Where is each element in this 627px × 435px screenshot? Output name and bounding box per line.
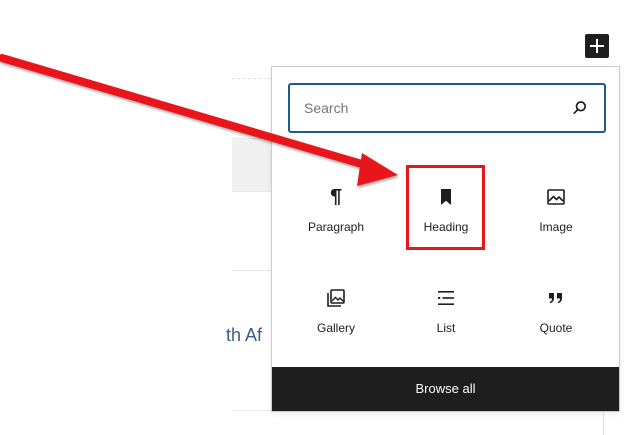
- add-block-button[interactable]: [585, 34, 609, 58]
- block-label: Image: [539, 220, 573, 234]
- block-label: Paragraph: [307, 220, 365, 234]
- search-input[interactable]: [304, 97, 554, 119]
- annotation-highlight-box: [406, 165, 485, 250]
- block-label: Quote: [539, 321, 573, 335]
- block-list[interactable]: List: [396, 276, 496, 366]
- background-block: [232, 138, 272, 192]
- image-icon: [547, 189, 565, 205]
- browse-all-button[interactable]: Browse all: [272, 367, 619, 411]
- block-image[interactable]: Image: [506, 175, 606, 265]
- block-gallery[interactable]: Gallery: [286, 276, 386, 366]
- background-divider: [232, 410, 272, 411]
- background-text: th Af: [226, 325, 263, 345]
- background-divider: [232, 78, 272, 79]
- paragraph-icon: [330, 189, 342, 205]
- list-icon: [438, 291, 454, 305]
- block-label: Gallery: [316, 321, 355, 335]
- block-paragraph[interactable]: Paragraph: [286, 175, 386, 265]
- block-quote[interactable]: Quote: [506, 276, 606, 366]
- gallery-icon: [327, 289, 345, 307]
- search-box: [288, 83, 606, 133]
- block-label: List: [436, 321, 456, 335]
- background-divider: [232, 270, 272, 271]
- quote-icon: [549, 293, 562, 304]
- block-inserter-popover: Paragraph Heading Image Gallery List: [271, 66, 620, 412]
- search-icon[interactable]: [570, 98, 590, 118]
